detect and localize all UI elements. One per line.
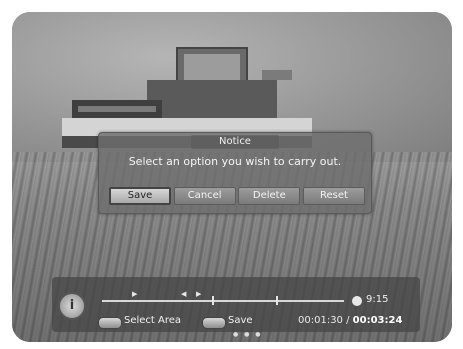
delete-button[interactable]: Delete [238,187,301,205]
clock-icon [352,296,362,306]
total-time: 00:03:24 [352,315,403,326]
dialog-buttons: Save Cancel Delete Reset [109,187,365,205]
color-key-icon [202,317,226,329]
clock-time: 9:15 [366,294,389,305]
dialog-title: Notice [219,136,251,147]
play-indicator-icon: ▶ [132,290,138,298]
rewind-icon: ◀ [181,290,187,298]
notice-dialog: Notice Select an option you wish to carr… [98,132,372,214]
reset-button[interactable]: Reset [302,187,365,205]
select-area-label: Select Area [124,315,182,326]
forward-icon: ▶ [196,290,202,298]
time-readout: 00:01:30 / 00:03:24 [298,315,403,326]
color-key-icon [98,317,122,329]
save-label: Save [228,315,253,326]
page-dots: ● ● ● [233,331,263,338]
elapsed-time: 00:01:30 [298,315,343,326]
progress-track[interactable] [102,300,344,302]
save-button[interactable]: Save [109,187,171,205]
info-icon[interactable]: i [58,292,86,320]
dialog-message: Select an option you wish to carry out. [128,155,342,168]
segment-marker-end [276,296,278,305]
segment-marker-start [212,296,214,305]
cancel-button[interactable]: Cancel [173,187,236,205]
